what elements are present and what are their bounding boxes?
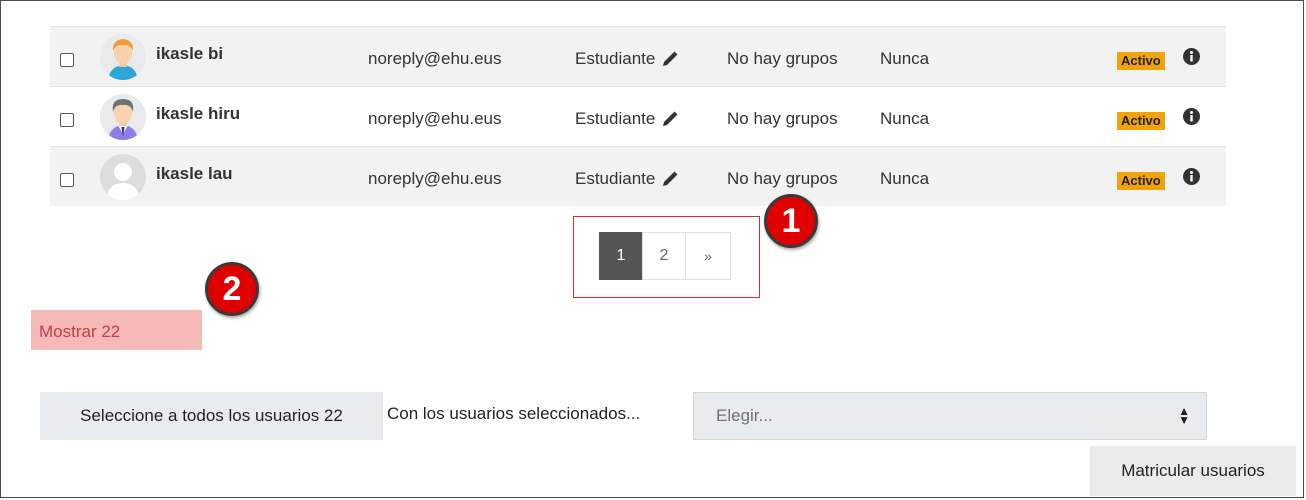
pagination: 1 2 » — [599, 232, 731, 280]
user-role: Estudiante — [575, 169, 679, 189]
role-label: Estudiante — [575, 169, 656, 188]
row-checkbox[interactable] — [60, 53, 74, 67]
pencil-icon[interactable] — [661, 110, 679, 128]
page-2-link[interactable]: 2 — [642, 232, 686, 280]
user-last-access: Nunca — [880, 49, 930, 68]
select-arrows-icon: ▲ ▼ — [1178, 404, 1190, 427]
select-all-users-button[interactable]: Seleccione a todos los usuarios 22 — [40, 392, 383, 440]
enrol-users-button[interactable]: Matricular usuarios — [1090, 446, 1296, 496]
table-row: ikasle lau noreply@ehu.eus Estudiante No… — [50, 146, 1226, 206]
user-groups: No hay grupos — [727, 109, 838, 128]
show-all-link[interactable]: Mostrar 22 — [31, 310, 202, 350]
pencil-icon[interactable] — [661, 170, 679, 188]
boy-avatar[interactable] — [100, 34, 146, 80]
default-avatar[interactable] — [100, 154, 146, 200]
user-groups: No hay grupos — [727, 49, 838, 68]
user-last-access: Nunca — [880, 109, 930, 128]
status-badge: Activo — [1117, 172, 1165, 190]
row-checkbox[interactable] — [60, 113, 74, 127]
role-label: Estudiante — [575, 109, 656, 128]
page-1-link[interactable]: 1 — [599, 232, 643, 280]
user-name[interactable]: ikasle bi — [156, 44, 223, 64]
callout-marker-1: 1 — [764, 194, 818, 248]
role-label: Estudiante — [575, 49, 656, 68]
user-role: Estudiante — [575, 49, 679, 69]
row-checkbox[interactable] — [60, 173, 74, 187]
select-placeholder: Elegir... — [716, 406, 773, 425]
callout-marker-2: 2 — [205, 262, 259, 316]
user-role: Estudiante — [575, 109, 679, 129]
user-email: noreply@ehu.eus — [368, 169, 502, 188]
table-row: ikasle hiru noreply@ehu.eus Estudiante N… — [50, 86, 1226, 146]
info-icon[interactable] — [1183, 168, 1200, 185]
with-selected-label: Con los usuarios seleccionados... — [387, 404, 641, 423]
participants-table: ikasle bi noreply@ehu.eus Estudiante No … — [50, 26, 1226, 206]
user-groups: No hay grupos — [727, 169, 838, 188]
next-page-link[interactable]: » — [685, 232, 731, 280]
user-last-access: Nunca — [880, 169, 930, 188]
status-badge: Activo — [1117, 52, 1165, 70]
pencil-icon[interactable] — [661, 50, 679, 68]
user-email: noreply@ehu.eus — [368, 49, 502, 68]
info-icon[interactable] — [1183, 108, 1200, 125]
status-badge: Activo — [1117, 112, 1165, 130]
user-name[interactable]: ikasle hiru — [156, 104, 240, 124]
table-row: ikasle bi noreply@ehu.eus Estudiante No … — [50, 26, 1226, 86]
man-avatar[interactable] — [100, 94, 146, 140]
bulk-action-select[interactable]: Elegir... ▲ ▼ — [693, 392, 1207, 440]
user-email: noreply@ehu.eus — [368, 109, 502, 128]
user-name[interactable]: ikasle lau — [156, 164, 233, 184]
info-icon[interactable] — [1183, 48, 1200, 65]
